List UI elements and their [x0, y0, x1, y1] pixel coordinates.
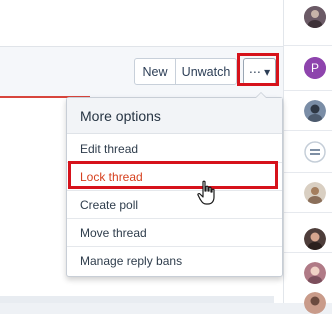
menu-caret-inner	[256, 93, 266, 98]
user-photo-icon	[304, 228, 326, 250]
avatar[interactable]	[304, 100, 326, 122]
rail-divider	[284, 172, 332, 173]
rail-divider	[284, 212, 332, 213]
avatar[interactable]	[304, 141, 326, 163]
svg-text:P: P	[311, 61, 319, 75]
content-bottom-strip	[0, 296, 274, 303]
user-photo-icon	[304, 182, 326, 204]
rail-divider	[284, 45, 332, 46]
menu-item-edit-thread[interactable]: Edit thread	[67, 135, 282, 162]
user-photo-icon	[304, 292, 326, 314]
menu-header: More options	[67, 98, 282, 134]
more-options-highlight	[237, 53, 279, 86]
avatar[interactable]	[304, 292, 326, 314]
avatar[interactable]	[304, 262, 326, 284]
lock-thread-highlight	[68, 161, 278, 189]
new-button[interactable]: New	[134, 58, 176, 85]
menu-item-create-poll[interactable]: Create poll	[67, 191, 282, 218]
user-logo-icon	[304, 141, 326, 163]
rail-divider	[284, 130, 332, 131]
menu-item-move-thread[interactable]: Move thread	[67, 219, 282, 246]
unwatch-button[interactable]: Unwatch	[175, 58, 237, 85]
avatar[interactable]: P	[304, 57, 326, 79]
avatar[interactable]	[304, 182, 326, 204]
avatar[interactable]	[304, 6, 326, 28]
rail-divider	[284, 90, 332, 91]
rail-divider	[284, 252, 332, 253]
user-photo-icon	[304, 100, 326, 122]
user-letter-icon: P	[304, 57, 326, 79]
thread-header-area	[0, 0, 283, 47]
hand-cursor-icon	[197, 180, 215, 205]
user-photo-icon	[304, 6, 326, 28]
menu-item-manage-reply-bans[interactable]: Manage reply bans	[67, 247, 282, 274]
user-photo-icon	[304, 262, 326, 284]
avatar[interactable]	[304, 228, 326, 250]
